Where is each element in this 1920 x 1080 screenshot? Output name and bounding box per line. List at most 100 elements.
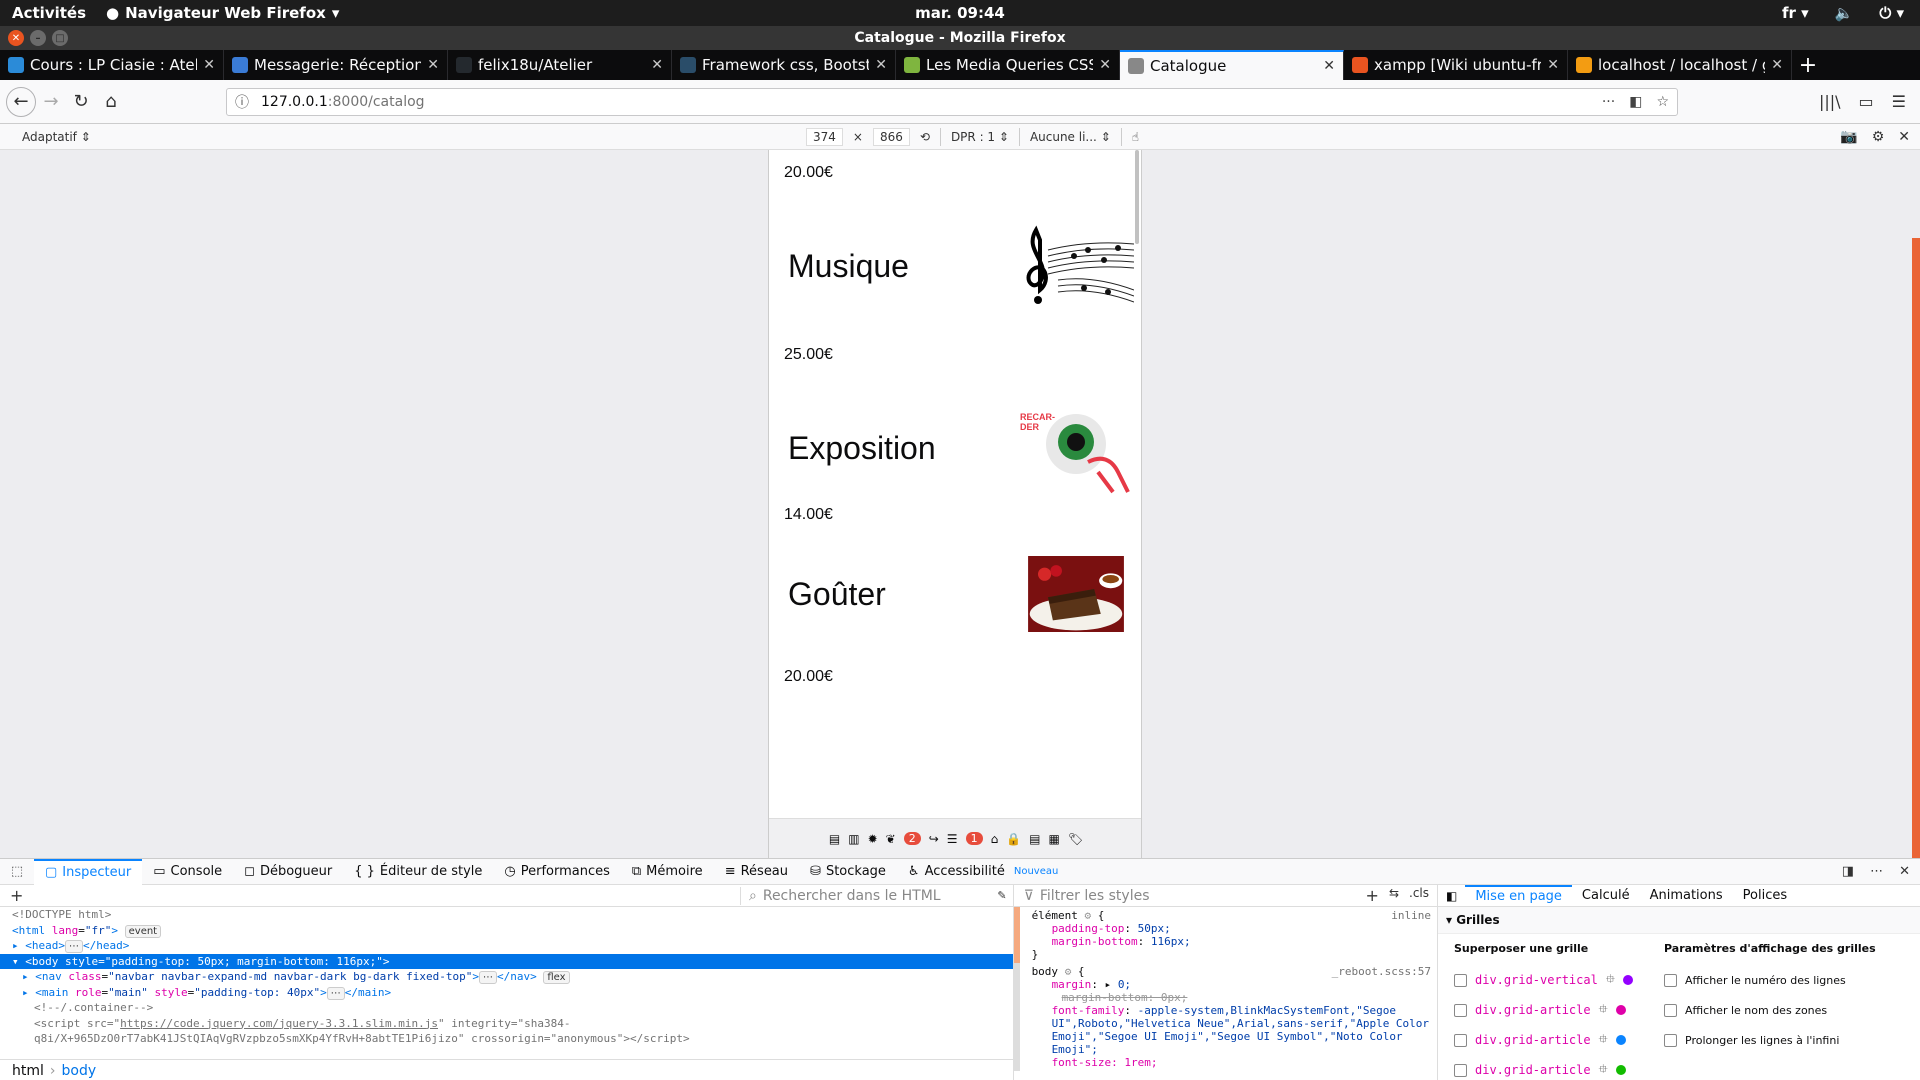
page-scrollbar[interactable]: [1912, 238, 1920, 858]
url-bar[interactable]: ⓘ 127.0.0.1:8000/catalog ··· ◧ ☆: [226, 87, 1678, 116]
leaf-icon[interactable]: ❦: [886, 832, 896, 846]
back-button[interactable]: ←: [6, 86, 36, 117]
bookmark-star-icon[interactable]: ☆: [1656, 94, 1669, 110]
cls-toggle[interactable]: .cls: [1409, 886, 1429, 905]
page-actions-icon[interactable]: ···: [1602, 94, 1615, 110]
rotate-icon[interactable]: ⟲: [920, 130, 930, 144]
html-search-input[interactable]: ⌕ Rechercher dans le HTML: [740, 886, 1014, 905]
highlight-icon[interactable]: ⯐: [1599, 1000, 1608, 1021]
tab-close-icon[interactable]: ✕: [1323, 58, 1335, 74]
activities-button[interactable]: Activités: [12, 4, 86, 22]
close-rdm-icon[interactable]: ✕: [1898, 129, 1910, 145]
element-picker-icon[interactable]: ⬚: [0, 864, 34, 879]
dock-icon[interactable]: ◨: [1842, 864, 1854, 879]
grid-overlay-checkbox[interactable]: [1454, 1033, 1467, 1047]
grid-overlay-checkbox[interactable]: [1454, 973, 1467, 987]
highlight-icon[interactable]: ⯐: [1606, 970, 1615, 991]
grid-selector-label[interactable]: div.grid-article: [1475, 1033, 1591, 1047]
markup-line[interactable]: ▸ <nav class="navbar navbar-expand-md na…: [0, 969, 1013, 985]
grid-overlay-checkbox[interactable]: [1454, 1063, 1467, 1077]
markup-line[interactable]: ▸ <main role="main" style="padding-top: …: [0, 985, 1013, 1001]
styles-filter-input[interactable]: Filtrer les styles: [1040, 888, 1150, 904]
add-node-icon[interactable]: +: [10, 886, 23, 905]
devtools-tab[interactable]: ⛁ Stockage: [799, 859, 897, 885]
grid-overlay-checkbox[interactable]: [1454, 1003, 1467, 1017]
site-info-icon[interactable]: ⓘ: [235, 92, 249, 112]
browser-tab[interactable]: Framework css, Bootstrap ✕: [672, 50, 896, 80]
list-icon[interactable]: ▤: [1029, 832, 1040, 846]
grid-option-row[interactable]: Afficher le nom des zones: [1664, 995, 1904, 1025]
toolbar-icon[interactable]: ▥: [848, 832, 859, 846]
toolbar-icon[interactable]: ▤: [829, 832, 840, 846]
forward-button[interactable]: →: [36, 87, 66, 117]
rule-source[interactable]: _reboot.scss:57: [1332, 965, 1431, 978]
reload-button[interactable]: ↻: [66, 87, 96, 117]
sidebar-icon[interactable]: ▭: [1859, 92, 1874, 111]
pseudo-class-icon[interactable]: ⇆: [1389, 886, 1399, 905]
devtools-tab[interactable]: ◻ Débogueur: [233, 859, 343, 885]
markup-view[interactable]: + ⌕ Rechercher dans le HTML ✎ <!DOCTYPE …: [0, 885, 1014, 1080]
devtools-tab[interactable]: ⧉ Mémoire: [621, 859, 714, 885]
rule-source[interactable]: inline: [1391, 909, 1431, 922]
tab-close-icon[interactable]: ✕: [427, 57, 439, 73]
menu-icon[interactable]: ☰: [1892, 92, 1906, 111]
grid-overlay-row[interactable]: div.grid-article ⯐: [1454, 1055, 1664, 1080]
grid-selector-label[interactable]: div.grid-vertical: [1475, 973, 1598, 987]
grid-option-row[interactable]: Afficher le numéro des lignes: [1664, 965, 1904, 995]
rules-view[interactable]: ⊽ Filtrer les styles + ⇆ .cls élément ⚙ …: [1013, 885, 1438, 1080]
device-viewport[interactable]: 20.00€ Musique 25.00€ Exposition RECAR- …: [768, 150, 1142, 858]
debug-toolbar[interactable]: ▤ ▥ ✹ ❦ 2 ↪ ☰ 1 ⌂ 🔒 ▤ ▦ 🏷: [769, 818, 1141, 858]
app-menu[interactable]: ● Navigateur Web Firefox ▾: [106, 4, 339, 22]
sidebar-toggle-icon[interactable]: ◧: [1438, 889, 1465, 903]
settings-gear-icon[interactable]: ⚙: [1872, 129, 1885, 145]
devtools-tab[interactable]: ◷ Performances: [493, 859, 621, 885]
markup-line[interactable]: <!--/.container-->: [0, 1000, 1013, 1016]
dpr-selector[interactable]: DPR : 1 ⇕: [951, 130, 1009, 144]
browser-tab[interactable]: Catalogue ✕: [1120, 50, 1344, 80]
grid-option-row[interactable]: Prolonger les lignes à l'infini: [1664, 1025, 1904, 1055]
new-tab-button[interactable]: +: [1792, 50, 1824, 80]
grid-overlay-row[interactable]: div.grid-article ⯐: [1454, 995, 1664, 1025]
share-icon[interactable]: ↪: [929, 832, 939, 846]
lock-icon[interactable]: 🔒: [1006, 832, 1021, 846]
markup-line[interactable]: q8i/X+965DzO0rT7abK41JStQIAqVgRVzpbzo5sm…: [0, 1031, 1013, 1047]
touch-simulation-icon[interactable]: ☝: [1132, 130, 1139, 144]
markup-line[interactable]: <!DOCTYPE html>: [0, 907, 1013, 923]
window-maximize-button[interactable]: □: [52, 30, 68, 46]
device-selector[interactable]: Adaptatif ⇕: [22, 130, 91, 144]
markup-line-selected[interactable]: ▾ <body style="padding-top: 50px; margin…: [0, 953, 1013, 969]
markup-line[interactable]: ▸ <head> ⋯ </head>: [0, 938, 1013, 954]
browser-tab[interactable]: localhost / localhost / grid ✕: [1568, 50, 1792, 80]
grid-option-checkbox[interactable]: [1664, 1003, 1677, 1017]
layout-panel[interactable]: ◧ Mise en page Calculé Animations Polices ▾…: [1438, 884, 1920, 1080]
devtools-tab[interactable]: { } Éditeur de style: [343, 859, 493, 885]
css-rule-element[interactable]: élément ⚙ {inline padding-top: 50px; mar…: [1013, 907, 1437, 963]
grids-section-header[interactable]: ▾ Grilles: [1438, 907, 1920, 934]
tab-close-icon[interactable]: ✕: [1547, 57, 1559, 73]
eyedropper-icon[interactable]: ✎: [997, 889, 1006, 902]
tab-close-icon[interactable]: ✕: [1099, 57, 1111, 73]
layout-tab[interactable]: Mise en page: [1465, 884, 1572, 907]
screenshot-icon[interactable]: 📷: [1840, 129, 1857, 145]
tab-close-icon[interactable]: ✕: [651, 57, 663, 73]
volume-icon[interactable]: 🔈: [1835, 4, 1854, 22]
highlight-icon[interactable]: ⯐: [1599, 1030, 1608, 1051]
more-options-icon[interactable]: ⋯: [1870, 864, 1883, 879]
grid-selector-label[interactable]: div.grid-article: [1475, 1063, 1591, 1077]
grid-color-swatch[interactable]: [1622, 975, 1633, 985]
grid-color-swatch[interactable]: [1615, 1005, 1626, 1015]
article-card-gouter[interactable]: Goûter: [784, 556, 1134, 632]
breadcrumb-item-current[interactable]: body: [62, 1063, 97, 1079]
grid-option-checkbox[interactable]: [1664, 973, 1677, 987]
grid-option-checkbox[interactable]: [1664, 1033, 1677, 1047]
browser-tab[interactable]: Messagerie: Réception ✕: [224, 50, 448, 80]
language-indicator[interactable]: fr ▾: [1782, 4, 1809, 22]
calendar-icon[interactable]: ▦: [1048, 832, 1059, 846]
window-minimize-button[interactable]: –: [30, 30, 46, 46]
devtools-tab[interactable]: ≡ Réseau: [714, 859, 799, 885]
layout-tab[interactable]: Polices: [1733, 885, 1797, 907]
grid-overlay-row[interactable]: div.grid-article ⯐: [1454, 1025, 1664, 1055]
layout-tab[interactable]: Animations: [1640, 885, 1733, 907]
markup-line[interactable]: <html lang="fr"> event: [0, 923, 1013, 939]
markup-line[interactable]: <script src="https://code.jquery.com/jqu…: [0, 1016, 1013, 1032]
